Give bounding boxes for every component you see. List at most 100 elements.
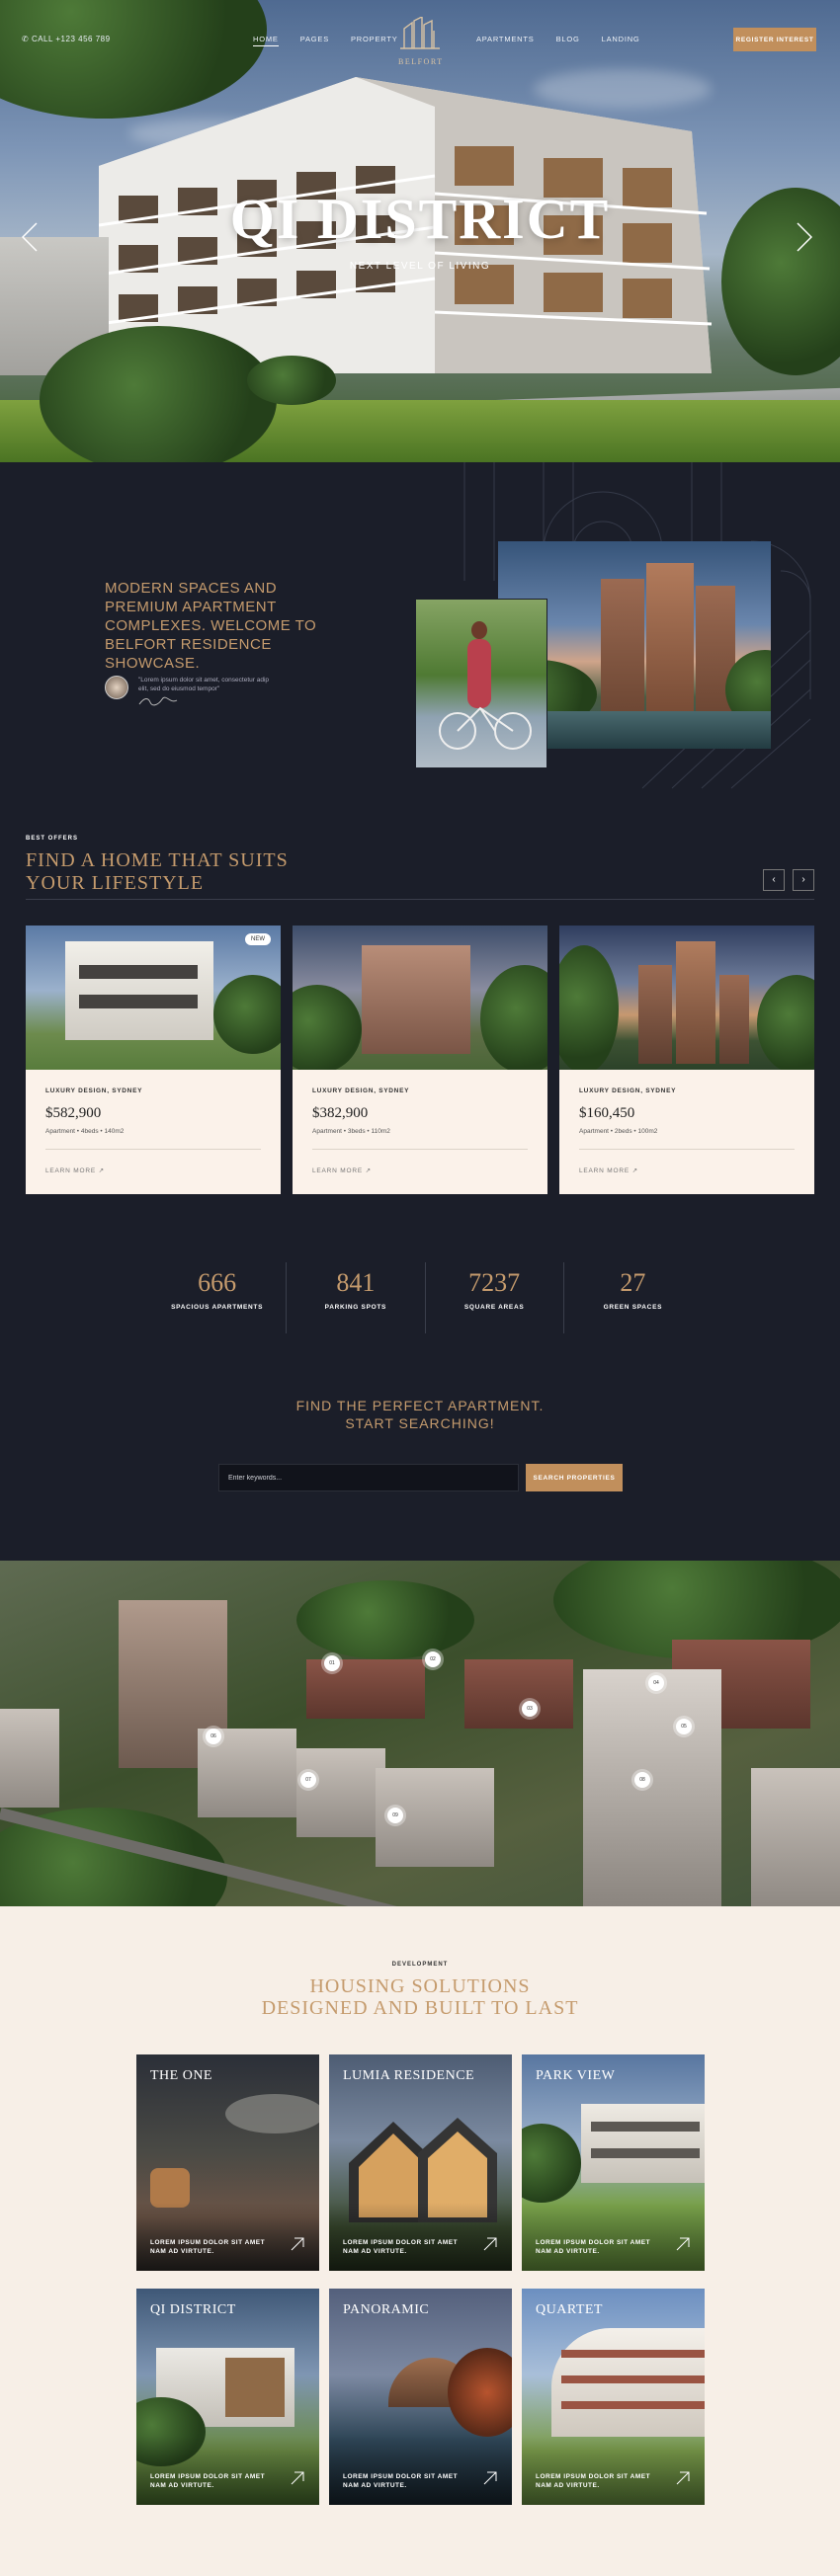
townhouse-shape: [65, 941, 213, 1040]
nav-link-landing[interactable]: LANDING: [602, 35, 640, 43]
cyclist-photo: [415, 599, 547, 768]
offers-next-button[interactable]: ›: [793, 869, 814, 891]
window-band: [79, 965, 198, 979]
divider: [26, 899, 814, 900]
nav-link-home[interactable]: HOME: [253, 35, 279, 46]
arrow-up-right-icon[interactable]: [482, 2470, 498, 2486]
window-band: [591, 2122, 700, 2132]
tree-foliage: [522, 2124, 581, 2203]
site-logo[interactable]: BELFORT: [398, 15, 442, 68]
map-marker[interactable]: 08: [634, 1772, 650, 1788]
tile-description: LOREM IPSUM DOLOR SIT AMET NAM AD VIRTUT…: [150, 2473, 266, 2489]
window-band: [79, 995, 198, 1008]
logo-building-icon: [400, 15, 440, 49]
development-section: DEVELOPMENT HOUSING SOLUTIONS DESIGNED A…: [0, 1906, 840, 2576]
arrow-up-right-icon[interactable]: [675, 2236, 691, 2252]
intro-headline: MODERN SPACES AND PREMIUM APARTMENT COMP…: [105, 580, 317, 672]
map-marker[interactable]: 06: [206, 1729, 221, 1744]
bicycle-image: [439, 706, 532, 750]
hero-subtitle: NEXT LEVEL OF LIVING: [349, 261, 491, 272]
map-marker[interactable]: 05: [676, 1719, 692, 1734]
offers-prev-button[interactable]: ‹: [763, 869, 785, 891]
nav-link-pages[interactable]: PAGES: [300, 35, 329, 46]
card-divider: [579, 1149, 795, 1150]
slider-next-arrow-icon[interactable]: [797, 222, 812, 252]
balcony-band: [561, 2375, 705, 2383]
search-heading-line1: FIND THE PERFECT APARTMENT.: [295, 1398, 545, 1413]
arrow-up-right-icon[interactable]: [482, 2236, 498, 2252]
tree-foliage: [213, 975, 281, 1054]
intro-section: MODERN SPACES AND PREMIUM APARTMENT COMP…: [0, 462, 840, 810]
learn-more-label: LEARN MORE: [312, 1167, 363, 1174]
search-heading: FIND THE PERFECT APARTMENT. START SEARCH…: [0, 1397, 840, 1432]
nav-link-apartments[interactable]: APARTMENTS: [476, 35, 535, 43]
shrub: [247, 356, 336, 405]
arrow-up-right-icon[interactable]: [290, 2470, 305, 2486]
map-marker[interactable]: 09: [387, 1808, 403, 1823]
card-price: $160,450: [579, 1105, 635, 1121]
card-price: $582,900: [45, 1105, 102, 1121]
tree-foliage: [293, 985, 362, 1070]
tile-title: LUMIA RESIDENCE: [343, 2068, 475, 2083]
nav-right-links: APARTMENTS BLOG LANDING: [476, 35, 640, 43]
tile-description: LOREM IPSUM DOLOR SIT AMET NAM AD VIRTUT…: [536, 2473, 651, 2489]
tree-foliage: [480, 965, 547, 1070]
tower-block: [583, 1669, 721, 1906]
project-tile-the-one[interactable]: THE ONE LOREM IPSUM DOLOR SIT AMET NAM A…: [136, 2054, 319, 2271]
arrow-up-right-icon: ↗: [365, 1167, 372, 1174]
property-card[interactable]: LUXURY DESIGN, SYDNEY $160,450 Apartment…: [559, 926, 814, 1194]
project-tile-quartet[interactable]: QUARTET LOREM IPSUM DOLOR SIT AMET NAM A…: [522, 2289, 705, 2505]
property-card[interactable]: LUXURY DESIGN, SYDNEY $382,900 Apartment…: [293, 926, 547, 1194]
apartment-block-shape: [362, 945, 470, 1054]
property-image: [559, 926, 814, 1070]
section-label: DEVELOPMENT: [391, 1962, 449, 1968]
project-tile-qi-district[interactable]: QI DISTRICT LOREM IPSUM DOLOR SIT AMET N…: [136, 2289, 319, 2505]
stat-item: 27 GREEN SPACES: [564, 1262, 702, 1333]
tile-description: LOREM IPSUM DOLOR SIT AMET NAM AD VIRTUT…: [343, 2473, 459, 2489]
map-marker[interactable]: 02: [425, 1651, 441, 1667]
signature-image: [138, 696, 178, 706]
learn-more-link[interactable]: LEARN MORE ↗: [45, 1167, 105, 1174]
nav-link-property[interactable]: PROPERTY: [351, 35, 398, 46]
building-block: [296, 1748, 385, 1837]
register-interest-button[interactable]: REGISTER INTEREST: [733, 28, 816, 51]
map-marker[interactable]: 01: [324, 1655, 340, 1671]
card-specs: Apartment • 4beds • 140m2: [45, 1128, 125, 1135]
property-card[interactable]: NEW LUXURY DESIGN, SYDNEY $582,900 Apart…: [26, 926, 281, 1194]
stat-label: GREEN SPACES: [603, 1304, 663, 1311]
phone-number: CALL +123 456 789: [31, 35, 111, 43]
tile-title: QI DISTRICT: [150, 2302, 236, 2317]
phone-contact[interactable]: ✆ CALL +123 456 789: [22, 35, 111, 43]
arrow-up-right-icon[interactable]: [675, 2470, 691, 2486]
chevron-right-icon: ›: [801, 874, 805, 885]
card-location: LUXURY DESIGN, SYDNEY: [45, 1087, 143, 1094]
autumn-tree: [448, 2348, 512, 2437]
hero-title: QI DISTRICT: [229, 187, 611, 251]
search-properties-button[interactable]: SEARCH PROPERTIES: [526, 1464, 623, 1491]
tree-foliage: [40, 326, 277, 462]
balcony-band: [561, 2401, 705, 2409]
map-marker[interactable]: 07: [300, 1772, 316, 1788]
learn-more-link[interactable]: LEARN MORE ↗: [312, 1167, 372, 1174]
arrow-up-right-icon[interactable]: [290, 2236, 305, 2252]
tile-title: THE ONE: [150, 2068, 212, 2083]
best-offers-section: BEST OFFERS FIND A HOME THAT SUITS YOUR …: [0, 810, 840, 1561]
nav-link-blog[interactable]: BLOG: [556, 35, 580, 43]
map-marker[interactable]: 04: [648, 1675, 664, 1691]
avatar: [105, 676, 128, 699]
project-tile-park-view[interactable]: PARK VIEW LOREM IPSUM DOLOR SIT AMET NAM…: [522, 2054, 705, 2271]
card-divider: [312, 1149, 528, 1150]
stat-label: SQUARE AREAS: [463, 1304, 525, 1311]
tower-shape: [646, 563, 694, 717]
stat-label: SPACIOUS APARTMENTS: [171, 1304, 264, 1311]
project-tile-lumia-residence[interactable]: LUMIA RESIDENCE LOREM IPSUM DOLOR SIT AM…: [329, 2054, 512, 2271]
map-marker[interactable]: 03: [522, 1701, 538, 1717]
keyword-search-input[interactable]: [218, 1464, 519, 1491]
project-tile-panoramic[interactable]: PANORAMIC LOREM IPSUM DOLOR SIT AMET NAM…: [329, 2289, 512, 2505]
slider-prev-arrow-icon[interactable]: [22, 222, 38, 252]
learn-more-link[interactable]: LEARN MORE ↗: [579, 1167, 638, 1174]
window-band: [591, 2148, 700, 2158]
tree-foliage: [559, 945, 619, 1070]
building-block: [751, 1768, 840, 1906]
learn-more-label: LEARN MORE: [579, 1167, 630, 1174]
